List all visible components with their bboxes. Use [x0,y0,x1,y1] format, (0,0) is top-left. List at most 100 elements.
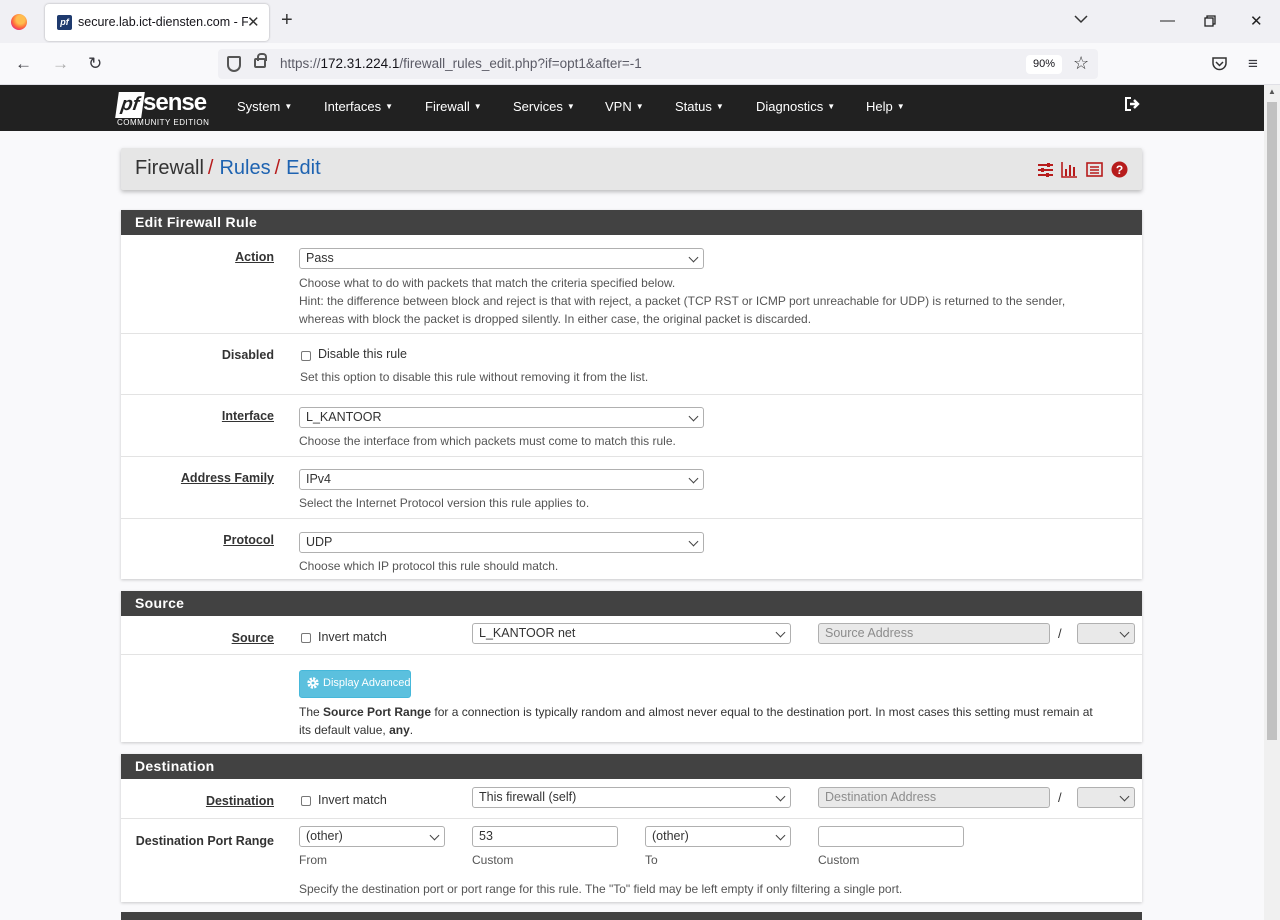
pfsense-logo[interactable]: pf sense COMMUNITY EDITION [115,89,217,130]
select-value: IPv4 [306,472,332,486]
panel-title: Edit Firewall Rule [121,210,1142,235]
chevron-down-icon [775,791,786,802]
new-tab-icon[interactable]: + [281,10,293,30]
reload-icon[interactable]: ↻ [88,55,102,73]
menu-help[interactable]: Help ▼ [866,99,905,114]
browser-tabbar: pf secure.lab.ict-diensten.com - Firewal… [0,0,1280,43]
address-bar[interactable]: https://172.31.224.1/firewall_rules_edit… [218,49,1098,79]
menu-status[interactable]: Status ▼ [675,99,724,114]
menu-diagnostics[interactable]: Diagnostics ▼ [756,99,835,114]
protocol-select[interactable]: UDP [299,532,704,553]
source-invert-label[interactable]: Invert match [318,630,387,644]
port-from-custom-input[interactable]: 53 [472,826,618,847]
source-address-input[interactable]: Source Address [818,623,1050,644]
logout-icon[interactable] [1125,97,1141,111]
page-scrollbar[interactable]: ▲ [1264,85,1280,920]
help-line: Hint: the difference between block and r… [299,294,1066,308]
breadcrumb-separator: / [207,157,214,179]
help-text: for a connection is typically random and… [431,705,1093,719]
destination-invert-checkbox[interactable] [301,796,311,806]
caret-down-icon: ▼ [715,102,724,111]
chevron-down-icon [688,473,699,484]
destination-type-select[interactable]: This firewall (self) [472,787,791,808]
zoom-level[interactable]: 90% [1026,55,1062,74]
bookmark-star-icon[interactable]: ☆ [1073,53,1089,74]
sliders-icon[interactable] [1037,161,1054,178]
address-family-label[interactable]: Address Family [181,471,274,485]
firefox-icon[interactable] [11,14,27,30]
chevron-down-icon [688,252,699,263]
destination-port-row: Destination Port Range (other) 53 (other… [121,818,1142,902]
menu-interfaces[interactable]: Interfaces ▼ [324,99,393,114]
caret-down-icon: ▼ [827,102,836,111]
breadcrumb-firewall: Firewall [135,157,204,179]
address-family-row: Address Family IPv4 Select the Internet … [121,456,1142,518]
browser-tab[interactable]: pf secure.lab.ict-diensten.com - Firewal… [45,4,269,41]
close-window-icon[interactable]: ✕ [1250,12,1263,30]
destination-cidr-select[interactable] [1077,787,1135,808]
back-icon[interactable]: ← [15,55,32,73]
select-value: L_KANTOOR [306,410,382,424]
menu-hamburger-icon[interactable]: ≡ [1248,55,1258,73]
svg-text:?: ? [1116,163,1123,177]
destination-address-input[interactable]: Destination Address [818,787,1050,808]
menu-firewall[interactable]: Firewall ▼ [425,99,482,114]
help-question-icon[interactable]: ? [1111,161,1128,178]
source-advanced-row: Display Advanced The Source Port Range f… [121,654,1142,742]
bar-chart-icon[interactable] [1061,161,1078,178]
lock-icon[interactable] [254,53,267,68]
shield-icon[interactable] [227,56,241,72]
scroll-up-icon[interactable]: ▲ [1264,87,1280,96]
chevron-down-icon [1119,627,1130,638]
interface-label[interactable]: Interface [222,409,274,423]
port-to-select[interactable]: (other) [645,826,791,847]
source-cidr-select[interactable] [1077,623,1135,644]
chevron-down-icon [775,627,786,638]
custom-caption: Custom [818,853,860,867]
menu-system[interactable]: System ▼ [237,99,292,114]
gear-icon [307,677,319,689]
chevron-down-icon [688,536,699,547]
action-help: Choose what to do with packets that matc… [299,274,1129,328]
destination-port-help: Specify the destination port or port ran… [299,882,903,896]
restore-icon[interactable] [1204,15,1216,27]
source-label[interactable]: Source [232,631,274,645]
caret-down-icon: ▼ [896,102,905,111]
close-tab-icon[interactable]: ✕ [247,13,260,31]
menu-label: Help [866,99,893,114]
source-type-select[interactable]: L_KANTOOR net [472,623,791,644]
port-from-select[interactable]: (other) [299,826,445,847]
destination-panel: Destination Destination Invert match Thi… [121,754,1142,902]
address-family-select[interactable]: IPv4 [299,469,704,490]
help-text: . [409,723,414,737]
custom-caption: Custom [472,853,514,867]
minimize-icon[interactable]: — [1160,12,1175,29]
scroll-thumb[interactable] [1267,102,1277,740]
disable-rule-checkbox[interactable] [301,351,311,361]
action-label[interactable]: Action [235,250,274,264]
menu-vpn[interactable]: VPN ▼ [605,99,644,114]
breadcrumb-edit-link[interactable]: Edit [286,157,320,179]
menu-label: Status [675,99,712,114]
source-invert-checkbox[interactable] [301,633,311,643]
help-text: The [299,705,324,719]
url-prefix: https:// [280,56,321,71]
display-advanced-button[interactable]: Display Advanced [299,670,411,698]
breadcrumb-rules-link[interactable]: Rules [219,157,270,179]
list-icon[interactable] [1086,161,1103,178]
destination-label[interactable]: Destination [206,794,274,808]
pocket-icon[interactable] [1211,56,1228,72]
interface-select[interactable]: L_KANTOOR [299,407,704,428]
protocol-label[interactable]: Protocol [223,533,274,547]
port-to-custom-input[interactable] [818,826,964,847]
caret-down-icon: ▼ [473,102,482,111]
disable-rule-checkbox-label[interactable]: Disable this rule [318,347,407,361]
url-text[interactable]: https://172.31.224.1/firewall_rules_edit… [280,56,642,71]
action-select[interactable]: Pass [299,248,704,269]
destination-invert-label[interactable]: Invert match [318,793,387,807]
forward-icon[interactable]: → [52,55,69,73]
menu-services[interactable]: Services ▼ [513,99,575,114]
chevron-down-icon[interactable] [1074,12,1088,26]
logo-word: sense [143,89,207,116]
next-panel-header [121,912,1142,920]
